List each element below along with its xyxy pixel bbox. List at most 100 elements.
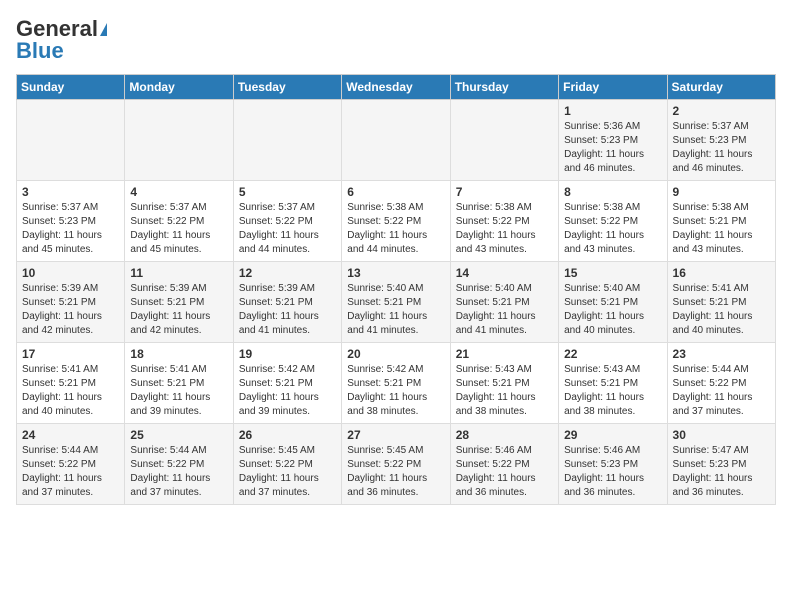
calendar-cell: 24 Sunrise: 5:44 AM Sunset: 5:22 PM Dayli…	[17, 424, 125, 505]
day-number: 24	[22, 428, 119, 442]
week-row-1: 1 Sunrise: 5:36 AM Sunset: 5:23 PM Daylig…	[17, 100, 776, 181]
calendar-cell: 14 Sunrise: 5:40 AM Sunset: 5:21 PM Dayli…	[450, 262, 558, 343]
day-number: 19	[239, 347, 336, 361]
day-info: Sunrise: 5:39 AM Sunset: 5:21 PM Dayligh…	[239, 282, 336, 338]
day-info: Sunrise: 5:41 AM Sunset: 5:21 PM Dayligh…	[673, 282, 770, 338]
logo-triangle-icon	[100, 23, 107, 36]
day-number: 6	[347, 185, 444, 199]
day-info: Sunrise: 5:45 AM Sunset: 5:22 PM Dayligh…	[239, 444, 336, 500]
day-number: 14	[456, 266, 553, 280]
day-number: 27	[347, 428, 444, 442]
day-info: Sunrise: 5:43 AM Sunset: 5:21 PM Dayligh…	[456, 363, 553, 419]
calendar-cell: 15 Sunrise: 5:40 AM Sunset: 5:21 PM Dayli…	[559, 262, 667, 343]
day-info: Sunrise: 5:38 AM Sunset: 5:22 PM Dayligh…	[347, 201, 444, 257]
day-number: 3	[22, 185, 119, 199]
day-info: Sunrise: 5:46 AM Sunset: 5:22 PM Dayligh…	[456, 444, 553, 500]
calendar-cell: 1 Sunrise: 5:36 AM Sunset: 5:23 PM Daylig…	[559, 100, 667, 181]
day-number: 22	[564, 347, 661, 361]
day-info: Sunrise: 5:42 AM Sunset: 5:21 PM Dayligh…	[347, 363, 444, 419]
day-info: Sunrise: 5:38 AM Sunset: 5:22 PM Dayligh…	[456, 201, 553, 257]
logo: General Blue	[16, 16, 107, 64]
column-header-wednesday: Wednesday	[342, 75, 450, 100]
day-info: Sunrise: 5:44 AM Sunset: 5:22 PM Dayligh…	[22, 444, 119, 500]
week-row-5: 24 Sunrise: 5:44 AM Sunset: 5:22 PM Dayli…	[17, 424, 776, 505]
column-header-thursday: Thursday	[450, 75, 558, 100]
calendar-cell: 7 Sunrise: 5:38 AM Sunset: 5:22 PM Daylig…	[450, 181, 558, 262]
week-row-3: 10 Sunrise: 5:39 AM Sunset: 5:21 PM Dayli…	[17, 262, 776, 343]
day-number: 12	[239, 266, 336, 280]
calendar-cell: 5 Sunrise: 5:37 AM Sunset: 5:22 PM Daylig…	[233, 181, 341, 262]
day-info: Sunrise: 5:44 AM Sunset: 5:22 PM Dayligh…	[673, 363, 770, 419]
week-row-4: 17 Sunrise: 5:41 AM Sunset: 5:21 PM Dayli…	[17, 343, 776, 424]
day-number: 5	[239, 185, 336, 199]
day-info: Sunrise: 5:44 AM Sunset: 5:22 PM Dayligh…	[130, 444, 227, 500]
day-number: 20	[347, 347, 444, 361]
day-number: 21	[456, 347, 553, 361]
day-number: 11	[130, 266, 227, 280]
calendar-cell: 9 Sunrise: 5:38 AM Sunset: 5:21 PM Daylig…	[667, 181, 775, 262]
calendar-cell: 20 Sunrise: 5:42 AM Sunset: 5:21 PM Dayli…	[342, 343, 450, 424]
day-info: Sunrise: 5:38 AM Sunset: 5:22 PM Dayligh…	[564, 201, 661, 257]
calendar-cell: 13 Sunrise: 5:40 AM Sunset: 5:21 PM Dayli…	[342, 262, 450, 343]
calendar-cell: 26Sunrise: 5:45 AM Sunset: 5:22 PM Dayli…	[233, 424, 341, 505]
calendar-cell: 2Sunrise: 5:37 AM Sunset: 5:23 PM Daylig…	[667, 100, 775, 181]
day-number: 28	[456, 428, 553, 442]
day-number: 29	[564, 428, 661, 442]
calendar-cell: 4 Sunrise: 5:37 AM Sunset: 5:22 PM Daylig…	[125, 181, 233, 262]
page-header: General Blue	[16, 16, 776, 64]
day-info: Sunrise: 5:41 AM Sunset: 5:21 PM Dayligh…	[22, 363, 119, 419]
day-info: Sunrise: 5:37 AM Sunset: 5:23 PM Dayligh…	[22, 201, 119, 257]
calendar-cell: 25Sunrise: 5:44 AM Sunset: 5:22 PM Dayli…	[125, 424, 233, 505]
day-info: Sunrise: 5:41 AM Sunset: 5:21 PM Dayligh…	[130, 363, 227, 419]
day-number: 17	[22, 347, 119, 361]
day-info: Sunrise: 5:40 AM Sunset: 5:21 PM Dayligh…	[564, 282, 661, 338]
calendar-cell	[342, 100, 450, 181]
calendar-cell	[17, 100, 125, 181]
calendar-cell: 27Sunrise: 5:45 AM Sunset: 5:22 PM Dayli…	[342, 424, 450, 505]
day-number: 8	[564, 185, 661, 199]
calendar-cell: 17 Sunrise: 5:41 AM Sunset: 5:21 PM Dayli…	[17, 343, 125, 424]
day-number: 1	[564, 104, 661, 118]
column-header-tuesday: Tuesday	[233, 75, 341, 100]
day-number: 23	[673, 347, 770, 361]
calendar-cell: 28 Sunrise: 5:46 AM Sunset: 5:22 PM Dayli…	[450, 424, 558, 505]
day-info: Sunrise: 5:36 AM Sunset: 5:23 PM Dayligh…	[564, 120, 661, 176]
day-number: 4	[130, 185, 227, 199]
calendar-cell: 23 Sunrise: 5:44 AM Sunset: 5:22 PM Dayli…	[667, 343, 775, 424]
column-header-friday: Friday	[559, 75, 667, 100]
day-info: Sunrise: 5:37 AM Sunset: 5:22 PM Dayligh…	[239, 201, 336, 257]
calendar-table: SundayMondayTuesdayWednesdayThursdayFrid…	[16, 74, 776, 505]
day-number: 13	[347, 266, 444, 280]
logo-blue: Blue	[16, 38, 64, 64]
calendar-cell: 16 Sunrise: 5:41 AM Sunset: 5:21 PM Dayli…	[667, 262, 775, 343]
week-row-2: 3 Sunrise: 5:37 AM Sunset: 5:23 PM Daylig…	[17, 181, 776, 262]
day-number: 7	[456, 185, 553, 199]
day-number: 15	[564, 266, 661, 280]
day-info: Sunrise: 5:43 AM Sunset: 5:21 PM Dayligh…	[564, 363, 661, 419]
day-number: 16	[673, 266, 770, 280]
day-info: Sunrise: 5:40 AM Sunset: 5:21 PM Dayligh…	[347, 282, 444, 338]
day-info: Sunrise: 5:37 AM Sunset: 5:22 PM Dayligh…	[130, 201, 227, 257]
day-number: 9	[673, 185, 770, 199]
day-info: Sunrise: 5:38 AM Sunset: 5:21 PM Dayligh…	[673, 201, 770, 257]
calendar-cell: 18 Sunrise: 5:41 AM Sunset: 5:21 PM Dayli…	[125, 343, 233, 424]
calendar-cell: 10Sunrise: 5:39 AM Sunset: 5:21 PM Dayli…	[17, 262, 125, 343]
day-info: Sunrise: 5:37 AM Sunset: 5:23 PM Dayligh…	[673, 120, 770, 176]
day-info: Sunrise: 5:46 AM Sunset: 5:23 PM Dayligh…	[564, 444, 661, 500]
day-info: Sunrise: 5:40 AM Sunset: 5:21 PM Dayligh…	[456, 282, 553, 338]
column-header-sunday: Sunday	[17, 75, 125, 100]
column-header-monday: Monday	[125, 75, 233, 100]
calendar-cell: 12 Sunrise: 5:39 AM Sunset: 5:21 PM Dayli…	[233, 262, 341, 343]
calendar-cell: 21 Sunrise: 5:43 AM Sunset: 5:21 PM Dayli…	[450, 343, 558, 424]
calendar-body: 1 Sunrise: 5:36 AM Sunset: 5:23 PM Daylig…	[17, 100, 776, 505]
day-number: 18	[130, 347, 227, 361]
calendar-cell: 6 Sunrise: 5:38 AM Sunset: 5:22 PM Daylig…	[342, 181, 450, 262]
calendar-header-row: SundayMondayTuesdayWednesdayThursdayFrid…	[17, 75, 776, 100]
calendar-cell: 29 Sunrise: 5:46 AM Sunset: 5:23 PM Dayli…	[559, 424, 667, 505]
day-info: Sunrise: 5:39 AM Sunset: 5:21 PM Dayligh…	[130, 282, 227, 338]
day-number: 10	[22, 266, 119, 280]
calendar-cell	[125, 100, 233, 181]
calendar-cell: 30Sunrise: 5:47 AM Sunset: 5:23 PM Dayli…	[667, 424, 775, 505]
calendar-cell	[233, 100, 341, 181]
day-info: Sunrise: 5:42 AM Sunset: 5:21 PM Dayligh…	[239, 363, 336, 419]
